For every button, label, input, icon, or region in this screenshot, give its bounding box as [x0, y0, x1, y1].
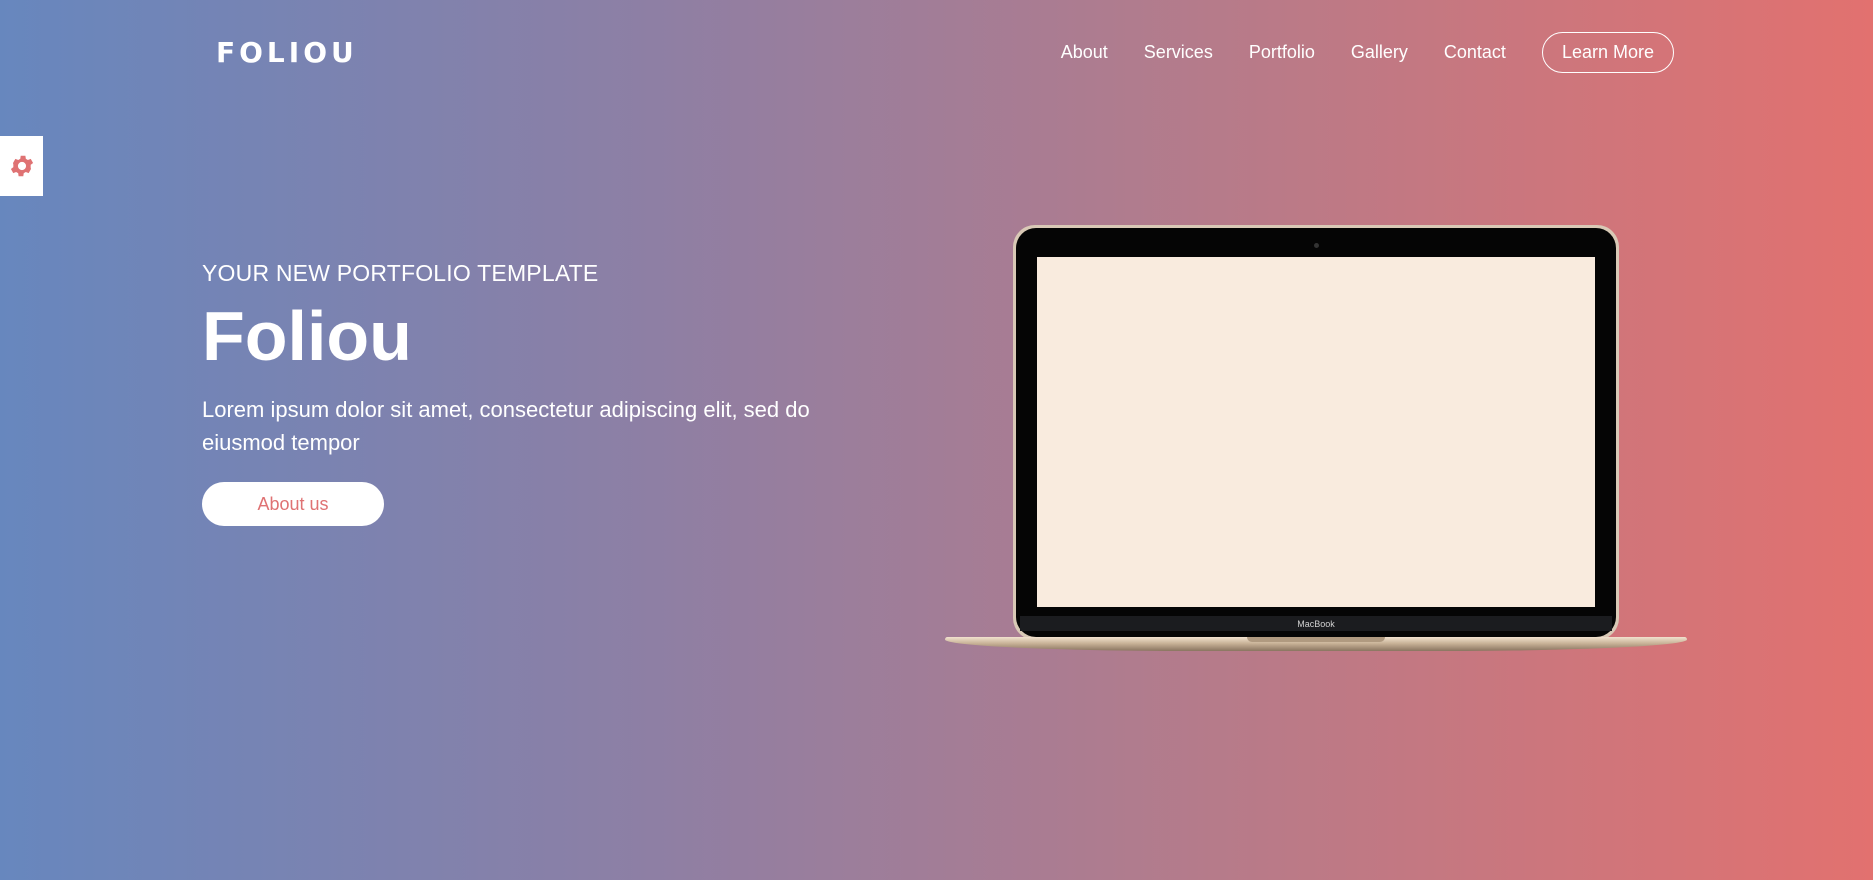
nav-about[interactable]: About	[1061, 42, 1108, 63]
camera-dot	[1314, 243, 1319, 248]
about-us-button[interactable]: About us	[202, 482, 384, 526]
hero-title: Foliou	[202, 297, 412, 375]
settings-panel-toggle[interactable]	[0, 136, 43, 196]
laptop-bezel: MacBook	[1020, 616, 1612, 631]
laptop-screen	[1037, 257, 1595, 607]
gear-icon	[10, 155, 33, 177]
learn-more-button[interactable]: Learn More	[1541, 32, 1674, 73]
site-logo[interactable]: FOLIOU	[216, 36, 358, 69]
nav-contact[interactable]: Contact	[1444, 42, 1506, 63]
nav-portfolio[interactable]: Portfolio	[1249, 42, 1315, 63]
laptop-mockup: MacBook	[945, 225, 1687, 655]
nav-services[interactable]: Services	[1144, 42, 1213, 63]
laptop-notch	[1247, 637, 1385, 642]
hero-eyebrow: YOUR NEW PORTFOLIO TEMPLATE	[202, 260, 599, 286]
hero-description: Lorem ipsum dolor sit amet, consectetur …	[202, 397, 810, 455]
laptop-brand-label: MacBook	[1297, 618, 1335, 629]
hero-section: YOUR NEW PORTFOLIO TEMPLATE Foliou Lorem…	[202, 260, 902, 526]
main-nav: About Services Portfolio Gallery Contact…	[1061, 32, 1674, 73]
laptop-lid: MacBook	[1013, 225, 1619, 640]
nav-gallery[interactable]: Gallery	[1351, 42, 1408, 63]
